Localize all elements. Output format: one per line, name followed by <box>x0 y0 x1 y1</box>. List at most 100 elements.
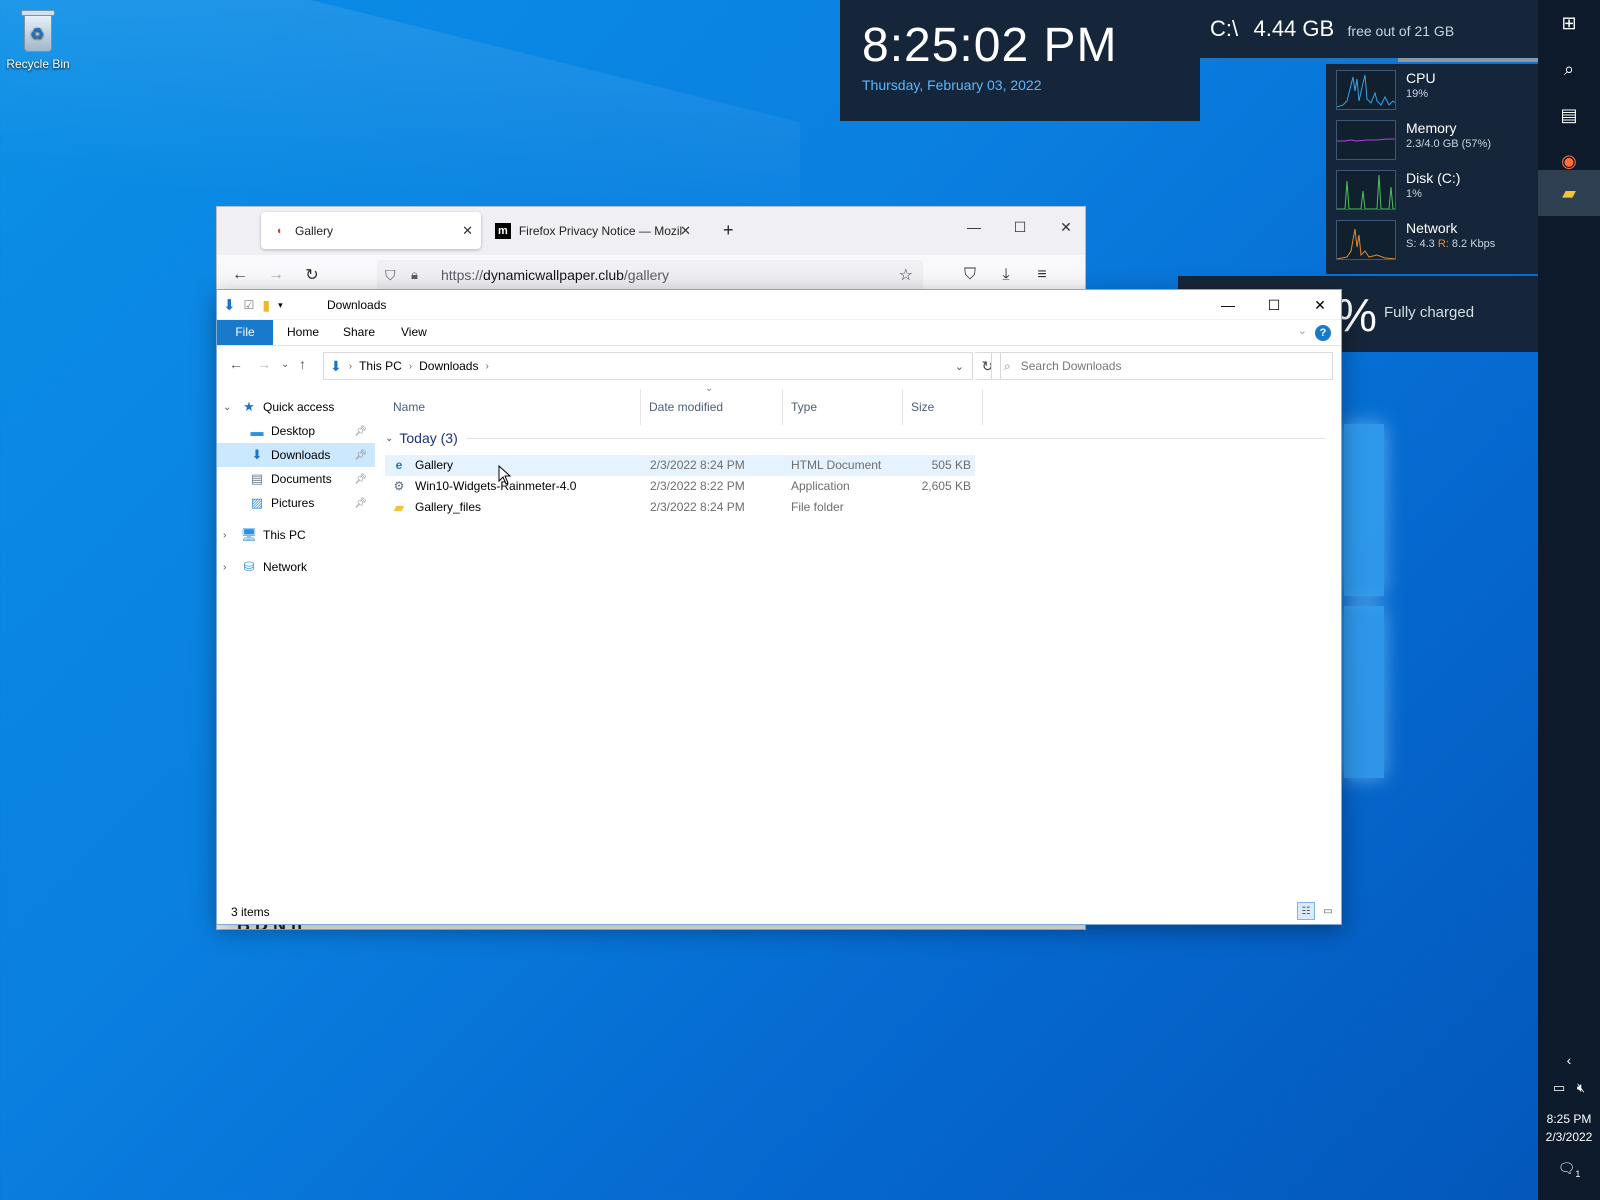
ribbon-expand-icon[interactable]: ⌄ <box>1298 324 1307 337</box>
volume-muted-icon[interactable]: 🔇︎ <box>1550 1080 1600 1096</box>
column-header-type[interactable]: Type <box>783 389 903 425</box>
column-header-date[interactable]: Date modified <box>641 389 783 425</box>
forward-arrow-icon[interactable]: → <box>257 356 271 372</box>
firefox-maximize-button[interactable]: ☐ <box>997 207 1043 247</box>
group-header-today[interactable]: ⌄ Today (3) <box>385 425 1325 451</box>
breadcrumb-downloads[interactable]: Downloads <box>419 359 478 373</box>
pin-icon[interactable]: 📌︎ <box>354 474 367 485</box>
chevron-right-icon[interactable]: › <box>223 530 226 541</box>
close-tab-icon[interactable]: ✕ <box>462 223 473 239</box>
nav-pictures[interactable]: ▨ Pictures 📌︎ <box>217 491 375 515</box>
large-icons-view-icon[interactable]: ▭ <box>1319 902 1337 920</box>
explorer-maximize-button[interactable]: ☐ <box>1251 290 1297 320</box>
help-icon[interactable]: ? <box>1315 325 1331 341</box>
nav-downloads[interactable]: ⬇ Downloads 📌︎ <box>217 443 375 467</box>
forward-arrow-icon[interactable]: → <box>261 261 291 289</box>
nav-this-pc[interactable]: › 🖥︎ This PC <box>217 523 375 547</box>
search-icon: ⌕ <box>1004 358 1011 373</box>
breadcrumb-this-pc[interactable]: This PC <box>359 359 402 373</box>
firefox-tab-privacy[interactable]: m Firefox Privacy Notice — Mozil ✕ <box>485 212 699 249</box>
firefox-tab-gallery[interactable]: ◖ Gallery ✕ <box>261 212 481 249</box>
recycle-bin[interactable]: ♻ Recycle Bin <box>6 8 70 71</box>
chevron-down-icon[interactable]: ⌄ <box>223 402 231 413</box>
table-row[interactable]: e Gallery 2/3/2022 8:24 PM HTML Document… <box>385 455 975 476</box>
downloads-icon[interactable]: ⤓ <box>991 261 1021 289</box>
wallpaper-logo-pane-bottom <box>1344 606 1384 778</box>
pin-icon[interactable]: 📌︎ <box>354 498 367 509</box>
nav-documents[interactable]: ▤ Documents 📌︎ <box>217 467 375 491</box>
disk-drive-letter: C:\ <box>1210 16 1239 41</box>
nav-label: Network <box>263 560 308 574</box>
firefox-url-bar[interactable]: ⛉ 🔒︎ https://dynamicwallpaper.club/galle… <box>377 260 923 290</box>
up-arrow-icon[interactable]: ↑ <box>299 356 306 372</box>
back-arrow-icon[interactable]: ← <box>225 261 255 289</box>
pin-icon[interactable]: 📌︎ <box>354 426 367 437</box>
pocket-icon[interactable]: ⛉ <box>955 261 985 289</box>
show-hidden-icons-icon[interactable]: ‹ <box>1538 1052 1600 1068</box>
column-header-name[interactable]: Name <box>385 389 641 425</box>
downloads-arrow-icon: ⬇ <box>251 447 263 462</box>
table-row[interactable]: ▰ Gallery_files 2/3/2022 8:24 PM File fo… <box>385 497 975 518</box>
search-input[interactable]: ⌕ Search Downloads <box>991 352 1333 380</box>
lock-icon[interactable]: 🔒︎ <box>411 267 418 283</box>
file-name: Win10-Widgets-Rainmeter-4.0 <box>415 479 577 493</box>
column-header-size[interactable]: Size <box>903 389 983 425</box>
pin-icon[interactable]: 📌︎ <box>354 450 367 461</box>
application-icon: ⚙ <box>393 479 405 493</box>
details-view-icon[interactable]: ☷ <box>1297 902 1315 920</box>
chevron-down-icon[interactable]: ⌄ <box>385 433 393 444</box>
search-icon[interactable]: ⌕ <box>1538 46 1600 92</box>
ribbon-tab-share[interactable]: Share <box>331 320 387 345</box>
ribbon-tab-view[interactable]: View <box>389 320 439 345</box>
network-label: Network <box>1406 220 1458 236</box>
action-center-icon[interactable]: 🗨︎1 <box>1538 1160 1600 1179</box>
firefox-minimize-button[interactable]: — <box>951 207 997 247</box>
clock-date: Thursday, February 03, 2022 <box>862 77 1042 93</box>
firefox-close-button[interactable]: ✕ <box>1043 207 1089 247</box>
file-size: 2,605 KB <box>921 479 971 493</box>
disk-row: Disk (C:) 1% <box>1326 164 1538 214</box>
chevron-right-icon[interactable]: › <box>223 562 226 573</box>
close-tab-icon[interactable]: ✕ <box>680 223 691 239</box>
disk-label: Disk (C:) <box>1406 170 1461 186</box>
tracking-shield-icon[interactable]: ⛉ <box>385 267 396 284</box>
windows-start-icon[interactable]: ⊞ <box>1538 0 1600 46</box>
cpu-label: CPU <box>1406 70 1436 86</box>
back-arrow-icon[interactable]: ← <box>229 356 243 372</box>
task-view-icon[interactable]: ▤ <box>1538 92 1600 138</box>
nav-desktop[interactable]: ▬ Desktop 📌︎ <box>217 419 375 443</box>
breadcrumb[interactable]: ⬇ › This PC › Downloads › ⌄ <box>323 352 973 380</box>
explorer-minimize-button[interactable]: — <box>1205 290 1251 320</box>
ribbon-tab-file[interactable]: File <box>217 320 273 345</box>
file-explorer-window[interactable]: ⬇ ☑ ▮ ▾ Downloads — ☐ ✕ File Home Share … <box>216 289 1342 925</box>
properties-icon[interactable]: ☑ <box>244 298 255 312</box>
bookmark-star-icon[interactable]: ☆ <box>899 265 913 285</box>
firefox-tab-title: Gallery <box>295 223 334 238</box>
new-folder-icon[interactable]: ▮ <box>262 297 270 314</box>
nav-quick-access[interactable]: ⌄ ★ Quick access <box>217 395 375 419</box>
reload-icon[interactable]: ↻ <box>297 261 327 289</box>
address-dropdown-icon[interactable]: ⌄ <box>955 360 964 373</box>
ribbon-tab-home[interactable]: Home <box>275 320 331 345</box>
file-explorer-icon[interactable]: ▰ <box>1538 170 1600 216</box>
sort-chevron-icon: ⌄ <box>705 383 714 394</box>
mouse-cursor-icon <box>498 465 512 485</box>
nav-label: Pictures <box>271 496 315 510</box>
table-row[interactable]: ⚙ Win10-Widgets-Rainmeter-4.0 2/3/2022 8… <box>385 476 975 497</box>
explorer-close-button[interactable]: ✕ <box>1297 290 1343 320</box>
disk-total-text: free out of 21 GB <box>1347 23 1455 39</box>
navigation-pane: ⌄ ★ Quick access ▬ Desktop 📌︎ ⬇ Download… <box>217 389 375 894</box>
qat-dropdown-icon[interactable]: ▾ <box>278 300 283 311</box>
nav-label: Quick access <box>263 400 335 414</box>
gallery-favicon-icon: ◖ <box>275 224 283 237</box>
file-name: Gallery_files <box>415 500 482 514</box>
file-date: 2/3/2022 8:24 PM <box>650 458 745 472</box>
tray-time[interactable]: 8:25 PM <box>1538 1112 1600 1126</box>
recent-locations-icon[interactable]: ⌄ <box>281 359 289 370</box>
nav-label: Desktop <box>271 424 316 438</box>
nav-network[interactable]: › ⛁ Network <box>217 555 375 579</box>
menu-hamburger-icon[interactable]: ≡ <box>1027 261 1057 289</box>
file-name: Gallery <box>415 458 454 472</box>
new-tab-button[interactable]: + <box>713 212 743 249</box>
tray-date[interactable]: 2/3/2022 <box>1538 1130 1600 1144</box>
